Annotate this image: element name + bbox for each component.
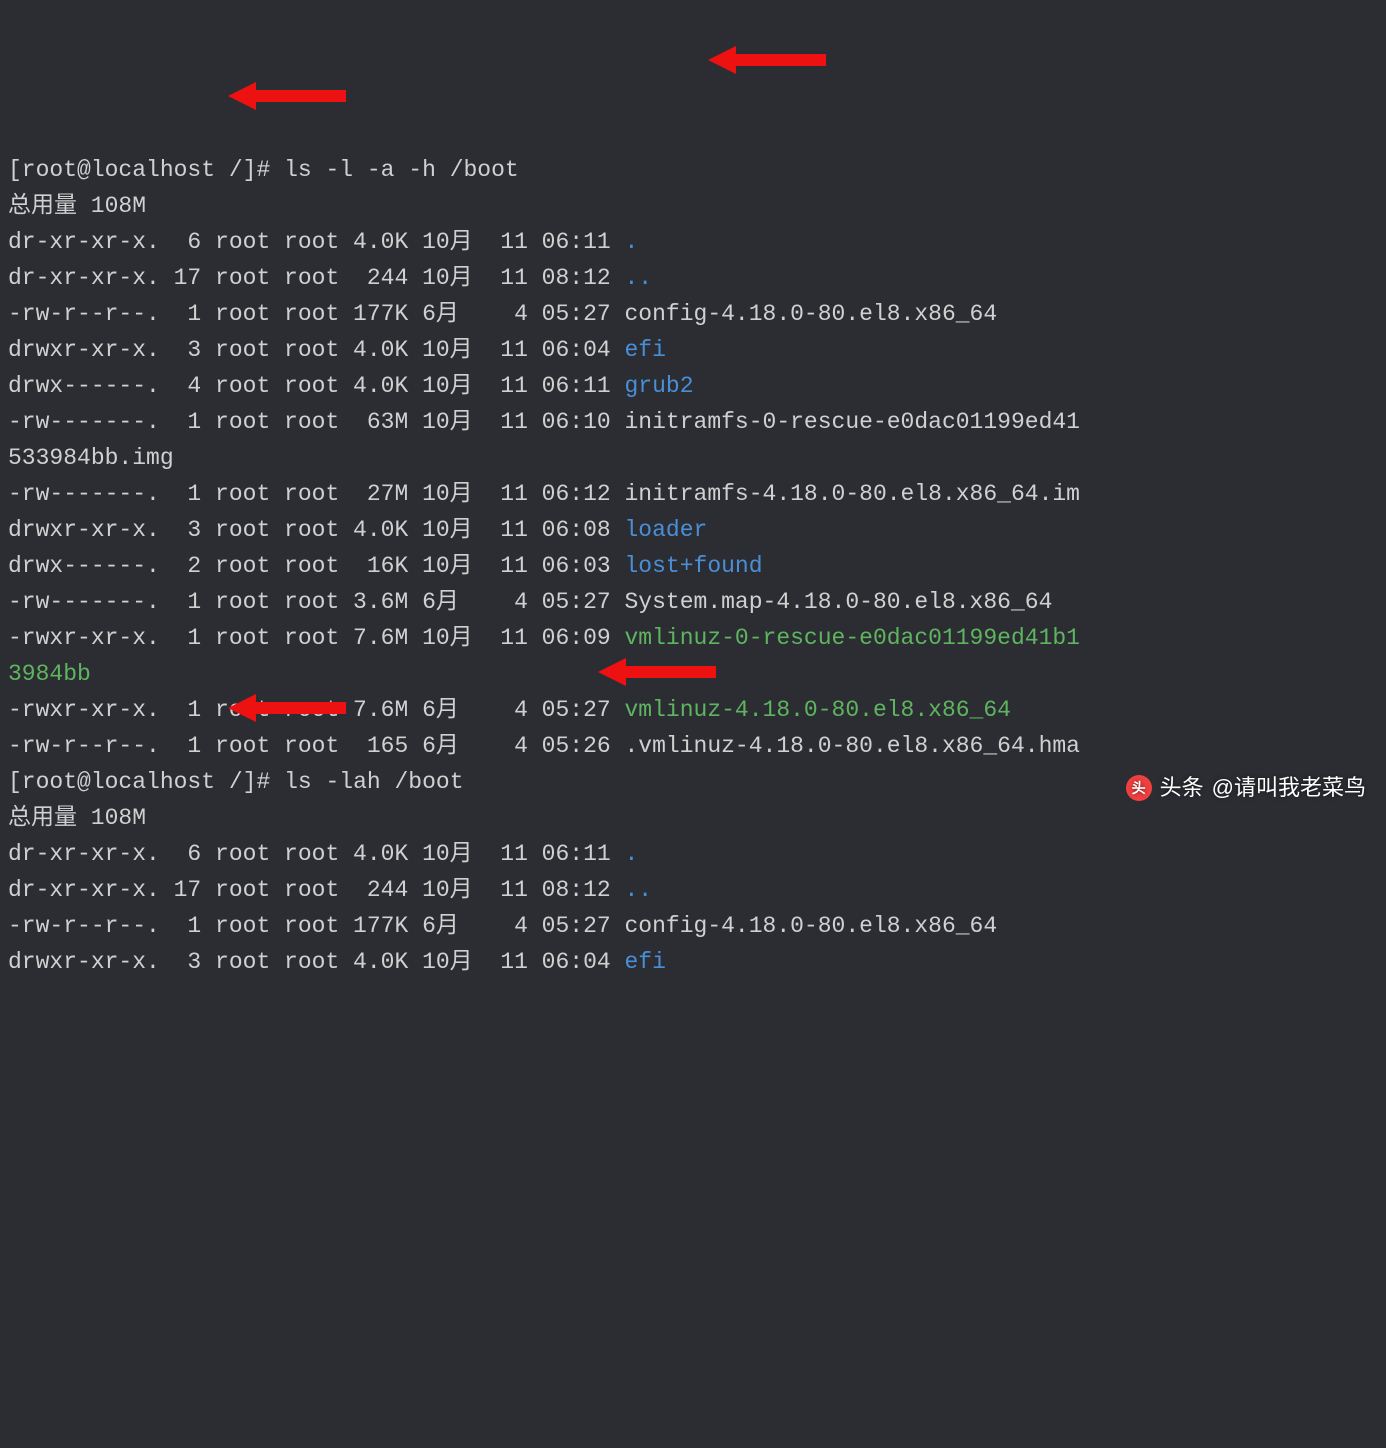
file-name: lost+found [625, 553, 763, 579]
ls-row: dr-xr-xr-x. 17 root root 244 10月 11 08:1… [8, 260, 1378, 296]
prompt-text: [root@localhost /]# [8, 769, 270, 795]
file-name: efi [625, 337, 666, 363]
annotation-arrow-1 [680, 6, 800, 42]
prompt-text: [root@localhost /]# [8, 157, 270, 183]
ls-row: drwx------. 2 root root 16K 10月 11 06:03… [8, 548, 1378, 584]
file-name: .. [625, 877, 653, 903]
watermark-author: @请叫我老菜鸟 [1212, 770, 1366, 806]
annotation-arrow-2 [200, 42, 320, 78]
ls-row: -rw-r--r--. 1 root root 177K 6月 4 05:27 … [8, 296, 1378, 332]
ls-row-wrap: 533984bb.img [8, 440, 1378, 476]
ls-row: drwx------. 4 root root 4.0K 10月 11 06:1… [8, 368, 1378, 404]
file-name: efi [625, 949, 666, 975]
ls-row: -rwxr-xr-x. 1 root root 7.6M 6月 4 05:27 … [8, 692, 1378, 728]
ls-row: -rwxr-xr-x. 1 root root 7.6M 10月 11 06:0… [8, 620, 1378, 656]
total-line-1: 总用量 108M [8, 188, 1378, 224]
ls-row: -rw-------. 1 root root 27M 10月 11 06:12… [8, 476, 1378, 512]
ls-row: drwxr-xr-x. 3 root root 4.0K 10月 11 06:0… [8, 332, 1378, 368]
command-text: ls -lah /boot [284, 769, 463, 795]
ls-row: -rw-------. 1 root root 3.6M 6月 4 05:27 … [8, 584, 1378, 620]
file-name: initramfs-4.18.0-80.el8.x86_64.im [625, 481, 1080, 507]
file-name: System.map-4.18.0-80.el8.x86_64 [625, 589, 1053, 615]
file-name: . [625, 841, 639, 867]
file-name: grub2 [625, 373, 694, 399]
command-text: ls -l -a -h /boot [284, 157, 519, 183]
file-name: .. [625, 265, 653, 291]
watermark-logo-icon: 头 [1126, 775, 1152, 801]
file-name: initramfs-0-rescue-e0dac01199ed41 [625, 409, 1080, 435]
ls-row: -rw-r--r--. 1 root root 177K 6月 4 05:27 … [8, 908, 1378, 944]
ls-row: -rw-------. 1 root root 63M 10月 11 06:10… [8, 404, 1378, 440]
ls-row: drwxr-xr-x. 3 root root 4.0K 10月 11 06:0… [8, 944, 1378, 980]
ls-row: dr-xr-xr-x. 17 root root 244 10月 11 08:1… [8, 872, 1378, 908]
ls-row-wrap: 3984bb [8, 656, 1378, 692]
file-name: .vmlinuz-4.18.0-80.el8.x86_64.hma [625, 733, 1080, 759]
watermark: 头 头条 @请叫我老菜鸟 [1126, 770, 1366, 806]
prompt-line-1: [root@localhost /]# ls -l -a -h /boot [8, 152, 1378, 188]
file-name: . [625, 229, 639, 255]
ls-row: dr-xr-xr-x. 6 root root 4.0K 10月 11 06:1… [8, 836, 1378, 872]
file-name: config-4.18.0-80.el8.x86_64 [625, 913, 998, 939]
ls-row: dr-xr-xr-x. 6 root root 4.0K 10月 11 06:1… [8, 224, 1378, 260]
file-name: vmlinuz-4.18.0-80.el8.x86_64 [625, 697, 1011, 723]
ls-row: drwxr-xr-x. 3 root root 4.0K 10月 11 06:0… [8, 512, 1378, 548]
file-name: config-4.18.0-80.el8.x86_64 [625, 301, 998, 327]
file-name: loader [625, 517, 708, 543]
ls-row: -rw-r--r--. 1 root root 165 6月 4 05:26 .… [8, 728, 1378, 764]
file-name: vmlinuz-0-rescue-e0dac01199ed41b1 [625, 625, 1080, 651]
watermark-brand: 头条 [1160, 770, 1204, 806]
terminal-output[interactable]: [root@localhost /]# ls -l -a -h /boot总用量… [8, 152, 1378, 980]
